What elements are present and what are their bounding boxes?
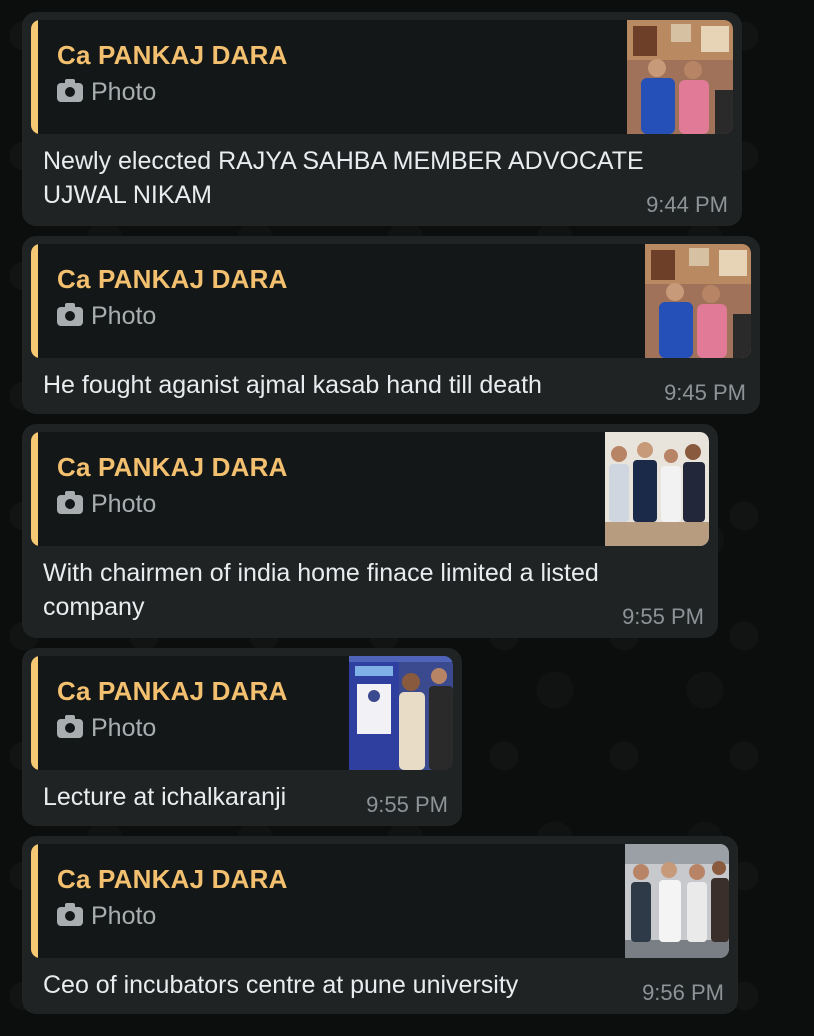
quote-type-label: Photo — [91, 302, 157, 330]
quote-type-label: Photo — [91, 902, 157, 930]
message-timestamp: 9:56 PM — [642, 980, 724, 1005]
quote-accent-bar — [31, 244, 38, 358]
chat-pane[interactable]: Ca PANKAJ DARA Photo Newly eleccted RAJY… — [0, 0, 814, 1036]
camera-icon — [57, 715, 83, 738]
quote-sender-name: Ca PANKAJ DARA — [57, 452, 288, 482]
message-timestamp: 9:44 PM — [646, 192, 728, 217]
quote-accent-bar — [31, 844, 38, 958]
quote-sender-name: Ca PANKAJ DARA — [57, 864, 288, 894]
message-text: With chairmen of india home finace limit… — [43, 559, 599, 621]
message-text: Lecture at ichalkaranji — [43, 783, 287, 811]
quote-sender-name: Ca PANKAJ DARA — [57, 40, 288, 70]
camera-icon — [57, 303, 83, 326]
quoted-reply[interactable]: Ca PANKAJ DARA Photo — [31, 432, 709, 546]
quote-type-label: Photo — [91, 714, 157, 742]
message-bubble[interactable]: Ca PANKAJ DARA Photo — [22, 424, 718, 638]
photo-thumbnail[interactable] — [349, 656, 453, 770]
quoted-reply[interactable]: Ca PANKAJ DARA Photo — [31, 20, 733, 134]
message-bubble[interactable]: Ca PANKAJ DARA Photo — [22, 648, 462, 826]
message-bubble[interactable]: Ca PANKAJ DARA Photo — [22, 12, 742, 226]
quote-sender-name: Ca PANKAJ DARA — [57, 264, 288, 294]
camera-icon — [57, 491, 83, 514]
message-bubble[interactable]: Ca PANKAJ DARA Photo — [22, 236, 760, 414]
camera-icon — [57, 903, 83, 926]
message-timestamp: 9:55 PM — [366, 792, 448, 817]
quote-accent-bar — [31, 432, 38, 546]
message-timestamp: 9:45 PM — [664, 380, 746, 405]
quote-sender-name: Ca PANKAJ DARA — [57, 676, 288, 706]
message-timestamp: 9:55 PM — [622, 604, 704, 629]
photo-thumbnail[interactable] — [645, 244, 751, 358]
quoted-reply[interactable]: Ca PANKAJ DARA Photo — [31, 844, 729, 958]
message-text: Ceo of incubators centre at pune univers… — [43, 971, 519, 999]
photo-thumbnail[interactable] — [625, 844, 729, 958]
message-bubble[interactable]: Ca PANKAJ DARA Photo — [22, 836, 738, 1014]
quoted-reply[interactable]: Ca PANKAJ DARA Photo — [31, 244, 751, 358]
photo-thumbnail[interactable] — [627, 20, 733, 134]
quote-type-label: Photo — [91, 78, 157, 106]
quoted-reply[interactable]: Ca PANKAJ DARA Photo — [31, 656, 453, 770]
quote-accent-bar — [31, 656, 38, 770]
message-text: Newly eleccted RAJYA SAHBA MEMBER ADVOCA… — [43, 147, 644, 209]
camera-icon — [57, 79, 83, 102]
quote-type-label: Photo — [91, 490, 157, 518]
photo-thumbnail[interactable] — [605, 432, 709, 546]
message-text: He fought aganist ajmal kasab hand till … — [43, 371, 542, 399]
quote-accent-bar — [31, 20, 38, 134]
